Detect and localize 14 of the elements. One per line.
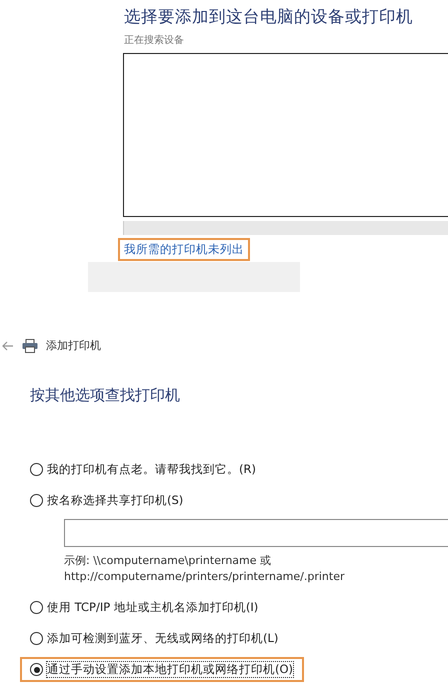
radio-option[interactable]: 添加可检测到蓝牙、无线或网络的打印机(L) <box>30 628 280 649</box>
page-heading: 按其他选项查找打印机 <box>30 386 181 405</box>
window-title: 添加打印机 <box>46 338 101 353</box>
back-arrow-icon[interactable] <box>2 340 14 350</box>
printer-not-listed-link[interactable]: 我所需的打印机未列出 <box>118 238 250 261</box>
example-text: 示例: \\computername\printername 或 http://computername/printers/printername/.printer <box>64 553 346 585</box>
dialog-title: 选择要添加到这台电脑的设备或打印机 <box>124 6 414 28</box>
printer-icon <box>22 338 38 352</box>
radio-option[interactable]: 使用 TCP/IP 地址或主机名添加打印机(I) <box>30 597 260 618</box>
printer-name-field[interactable] <box>64 519 448 547</box>
radio-option[interactable]: 我的打印机有点老。请帮我找到它。(R) <box>30 459 257 480</box>
scrollbar[interactable] <box>123 221 448 235</box>
status-text: 正在搜索设备 <box>124 34 185 47</box>
radio-option[interactable]: 按名称选择共享打印机(S) <box>30 490 184 511</box>
